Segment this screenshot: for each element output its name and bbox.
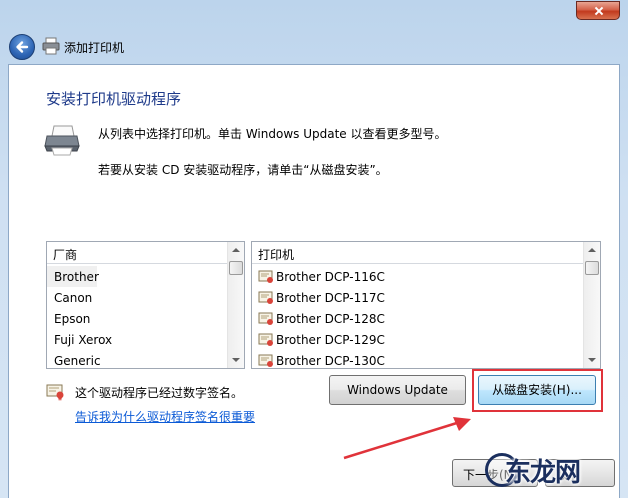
close-button[interactable]	[576, 1, 620, 20]
manufacturer-item-canon[interactable]: Canon	[47, 287, 228, 308]
printer-icon	[42, 37, 60, 55]
windows-update-button[interactable]: Windows Update	[329, 375, 466, 405]
printer-item[interactable]: Brother DCP-117C	[252, 287, 584, 308]
manufacturer-item-epson[interactable]: Epson	[47, 308, 228, 329]
printer-list[interactable]: 打印机 Brother DCP-116C Brother DCP-117C Br…	[251, 241, 601, 369]
windows-update-button-label: Windows Update	[347, 383, 448, 397]
signed-status-text: 这个驱动程序已经过数字签名。	[75, 386, 244, 400]
manufacturer-scrollbar[interactable]	[227, 242, 244, 368]
description-line-2: 若要从安装 CD 安装驱动程序，请单击“从磁盘安装”。	[98, 163, 388, 177]
page-heading: 安装打印机驱动程序	[46, 90, 182, 108]
watermark-text: 东龙网	[505, 458, 581, 488]
printer-scrollbar[interactable]	[583, 242, 600, 368]
printer-item[interactable]: Brother DCP-128C	[252, 308, 584, 329]
printer-list-header: 打印机	[252, 242, 584, 264]
back-button[interactable]	[9, 34, 35, 60]
printer-item[interactable]: Brother DCP-116C	[252, 266, 584, 287]
signing-info-link[interactable]: 告诉我为什么驱动程序签名很重要	[75, 408, 255, 425]
certificate-icon	[46, 384, 64, 401]
printer-icon	[44, 125, 80, 156]
scroll-up-icon[interactable]	[228, 242, 244, 259]
scroll-up-icon[interactable]	[584, 242, 600, 259]
manufacturer-item-brother[interactable]: Brother	[47, 266, 99, 287]
scroll-thumb[interactable]	[229, 261, 243, 275]
certified-driver-icon	[258, 354, 273, 367]
certified-driver-icon	[258, 312, 273, 325]
printer-item-label: Brother DCP-129C	[276, 333, 385, 347]
certified-driver-icon	[258, 333, 273, 346]
printer-item[interactable]: Brother DCP-129C	[252, 329, 584, 350]
printer-item-label: Brother DCP-116C	[276, 270, 385, 284]
window-title: 添加打印机	[64, 41, 125, 55]
back-arrow-icon	[16, 41, 29, 53]
manufacturer-item-generic[interactable]: Generic	[47, 350, 228, 368]
printer-item-label: Brother DCP-130C	[276, 354, 385, 368]
description-line-1: 从列表中选择打印机。单击 Windows Update 以查看更多型号。	[98, 127, 447, 141]
red-arrow-annotation	[343, 417, 471, 460]
printer-item-label: Brother DCP-117C	[276, 291, 385, 305]
certified-driver-icon	[258, 270, 273, 283]
window-frame: 添加打印机 安装打印机驱动程序 从列表中选择打印机。单击 Windows Upd…	[0, 0, 628, 498]
manufacturer-item-fuji-xerox[interactable]: Fuji Xerox	[47, 329, 228, 350]
printer-item[interactable]: Brother DCP-130C	[252, 350, 584, 368]
manufacturer-list[interactable]: 厂商 Brother Canon Epson Fuji Xerox Generi…	[46, 241, 245, 369]
manufacturer-list-header: 厂商	[47, 242, 228, 264]
printer-item-label: Brother DCP-128C	[276, 312, 385, 326]
highlight-box	[472, 369, 603, 412]
scroll-down-icon[interactable]	[584, 351, 600, 368]
certified-driver-icon	[258, 291, 273, 304]
scroll-thumb[interactable]	[585, 261, 599, 275]
scroll-down-icon[interactable]	[228, 351, 244, 368]
